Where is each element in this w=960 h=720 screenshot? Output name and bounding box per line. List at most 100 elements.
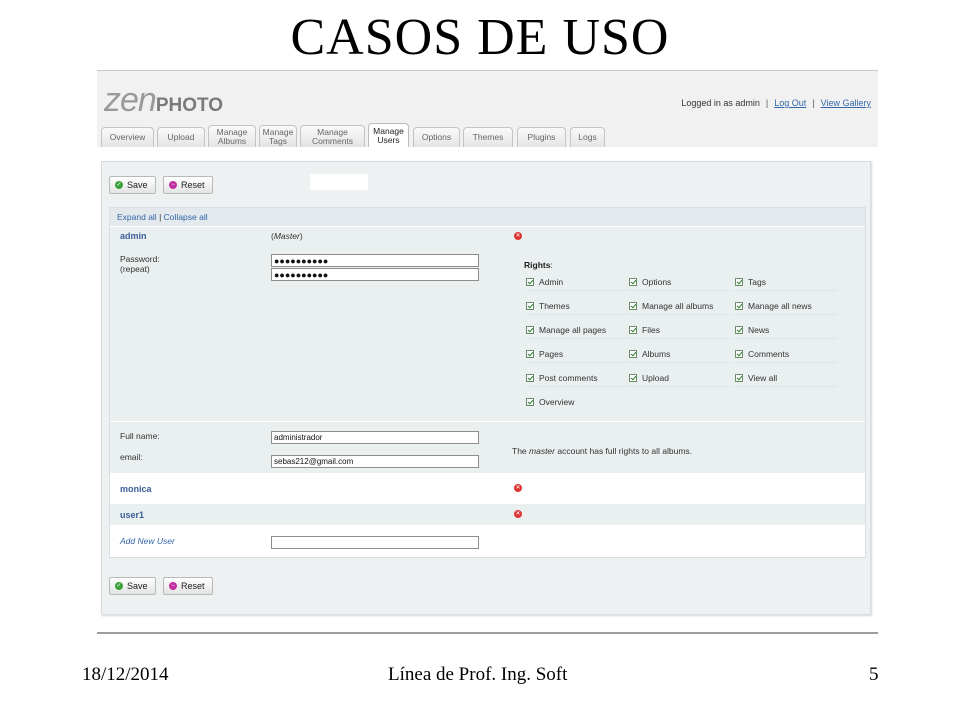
tab-themes[interactable]: Themes bbox=[463, 127, 513, 147]
password-repeat-label: (repeat) bbox=[120, 264, 150, 274]
role-label: (Master) bbox=[271, 231, 303, 241]
tab-logs[interactable]: Logs bbox=[570, 127, 605, 147]
tab-manage-albums[interactable]: Manage Albums bbox=[208, 125, 256, 147]
collapse-all-link[interactable]: Collapse all bbox=[164, 212, 208, 222]
note-prefix: The bbox=[512, 446, 530, 456]
checkbox-checked-icon[interactable] bbox=[629, 326, 637, 334]
zenphoto-admin-screenshot: ZENPHOTO Logged in as admin | Log Out | View… bbox=[97, 70, 878, 634]
logout-link[interactable]: Log Out bbox=[774, 98, 806, 108]
right-overview[interactable]: Overview bbox=[526, 394, 628, 410]
right-label: Admin bbox=[539, 277, 564, 287]
x-circle-icon[interactable]: ✕ bbox=[514, 232, 522, 240]
right-admin[interactable]: Admin bbox=[526, 274, 628, 291]
right-options[interactable]: Options bbox=[629, 274, 731, 291]
right-files[interactable]: Files bbox=[629, 322, 731, 339]
right-upload[interactable]: Upload bbox=[629, 370, 731, 387]
password-repeat-input[interactable]: ●●●●●●●●●● bbox=[271, 268, 479, 281]
right-themes[interactable]: Themes bbox=[526, 298, 628, 315]
add-new-user-label: Add New User bbox=[120, 536, 175, 546]
right-label: Options bbox=[642, 277, 672, 287]
page-number: 5 bbox=[869, 664, 879, 685]
right-post-comments[interactable]: Post comments bbox=[526, 370, 628, 387]
username-monica[interactable]: monica bbox=[120, 484, 152, 494]
user-links: Logged in as admin | Log Out | View Gallery bbox=[681, 98, 871, 108]
save-label: Save bbox=[127, 180, 148, 190]
right-label: Manage all news bbox=[748, 301, 812, 311]
x-circle-icon[interactable]: ✕ bbox=[514, 484, 522, 492]
right-label: Albums bbox=[642, 349, 671, 359]
save-button-bottom[interactable]: ✓ Save bbox=[109, 577, 156, 595]
checkbox-checked-icon[interactable] bbox=[735, 374, 743, 382]
zenphoto-logo: ZENPHOTO bbox=[104, 81, 223, 120]
username-user1[interactable]: user1 bbox=[120, 510, 144, 520]
user-row-monica: monica ✕ bbox=[110, 478, 865, 499]
checkbox-checked-icon[interactable] bbox=[526, 278, 534, 286]
checkbox-checked-icon[interactable] bbox=[629, 278, 637, 286]
user-row-user1: user1 ✕ bbox=[110, 504, 865, 525]
reset-button[interactable]: − Reset bbox=[163, 176, 213, 194]
expand-collapse-bar: Expand all | Collapse all bbox=[110, 208, 865, 226]
reset-label: Reset bbox=[181, 581, 205, 591]
x-circle-icon[interactable]: ✕ bbox=[514, 510, 522, 518]
tab-options[interactable]: Options bbox=[413, 127, 460, 147]
right-label: Post comments bbox=[539, 373, 598, 383]
right-pages[interactable]: Pages bbox=[526, 346, 628, 363]
checkbox-checked-icon[interactable] bbox=[526, 326, 534, 334]
checkbox-checked-icon[interactable] bbox=[526, 350, 534, 358]
checkbox-checked-icon[interactable] bbox=[526, 398, 534, 406]
user-row-admin: admin (Master) ✕ Password: (repeat) ●●●●… bbox=[110, 227, 865, 473]
fullname-label: Full name: bbox=[120, 431, 160, 441]
right-label: Tags bbox=[748, 277, 766, 287]
email-label: email: bbox=[120, 452, 143, 462]
save-button[interactable]: ✓ Save bbox=[109, 176, 156, 194]
right-albums[interactable]: Albums bbox=[629, 346, 731, 363]
checkbox-checked-icon[interactable] bbox=[526, 374, 534, 382]
checkbox-checked-icon[interactable] bbox=[629, 350, 637, 358]
right-label: View all bbox=[748, 373, 778, 383]
right-manage-all-albums[interactable]: Manage all albums bbox=[629, 298, 731, 315]
footer-center: Línea de Prof. Ing. Soft bbox=[388, 664, 568, 685]
expand-all-link[interactable]: Expand all bbox=[117, 212, 157, 222]
checkbox-checked-icon[interactable] bbox=[526, 302, 534, 310]
password-input[interactable]: ●●●●●●●●●● bbox=[271, 254, 479, 267]
blank-area bbox=[310, 174, 368, 190]
fullname-input[interactable]: administrador bbox=[271, 431, 479, 444]
footer-date: 18/12/2014 bbox=[82, 664, 169, 685]
right-tags[interactable]: Tags bbox=[735, 274, 837, 291]
view-gallery-link[interactable]: View Gallery bbox=[821, 98, 871, 108]
logo-photo: PHOTO bbox=[155, 95, 224, 116]
rights-title: Rights: bbox=[524, 260, 553, 270]
tab-plugins[interactable]: Plugins bbox=[517, 127, 566, 147]
minus-circle-icon: − bbox=[169, 582, 177, 590]
tab-upload[interactable]: Upload bbox=[157, 127, 205, 147]
checkbox-checked-icon[interactable] bbox=[735, 278, 743, 286]
right-manage-all-pages[interactable]: Manage all pages bbox=[526, 322, 628, 339]
note-suffix: account has full rights to all albums. bbox=[555, 446, 693, 456]
divider: | bbox=[159, 212, 162, 222]
minus-circle-icon: − bbox=[169, 181, 177, 189]
slide-title: CASOS DE USO bbox=[290, 9, 670, 66]
tab-manage-comments[interactable]: Manage Comments bbox=[300, 125, 365, 147]
right-label: Pages bbox=[539, 349, 564, 359]
role-name: Master bbox=[273, 231, 300, 241]
checkbox-checked-icon[interactable] bbox=[629, 374, 637, 382]
add-new-user-input[interactable] bbox=[271, 536, 479, 549]
tab-manage-users[interactable]: Manage Users bbox=[368, 123, 409, 147]
check-circle-icon: ✓ bbox=[115, 181, 123, 189]
separator: | bbox=[765, 98, 769, 108]
checkbox-checked-icon[interactable] bbox=[735, 326, 743, 334]
email-input[interactable]: sebas212@gmail.com bbox=[271, 455, 479, 468]
tab-overview[interactable]: Overview bbox=[101, 127, 154, 147]
right-comments[interactable]: Comments bbox=[735, 346, 837, 363]
save-label: Save bbox=[127, 581, 148, 591]
reset-button-bottom[interactable]: − Reset bbox=[163, 577, 213, 595]
checkbox-checked-icon[interactable] bbox=[735, 302, 743, 310]
right-news[interactable]: News bbox=[735, 322, 837, 339]
username-admin[interactable]: admin bbox=[120, 231, 147, 241]
tab-manage-tags[interactable]: Manage Tags bbox=[259, 125, 297, 147]
right-view-all[interactable]: View all bbox=[735, 370, 837, 387]
checkbox-checked-icon[interactable] bbox=[735, 350, 743, 358]
right-manage-all-news[interactable]: Manage all news bbox=[735, 298, 837, 315]
right-label: Files bbox=[642, 325, 660, 335]
checkbox-checked-icon[interactable] bbox=[629, 302, 637, 310]
